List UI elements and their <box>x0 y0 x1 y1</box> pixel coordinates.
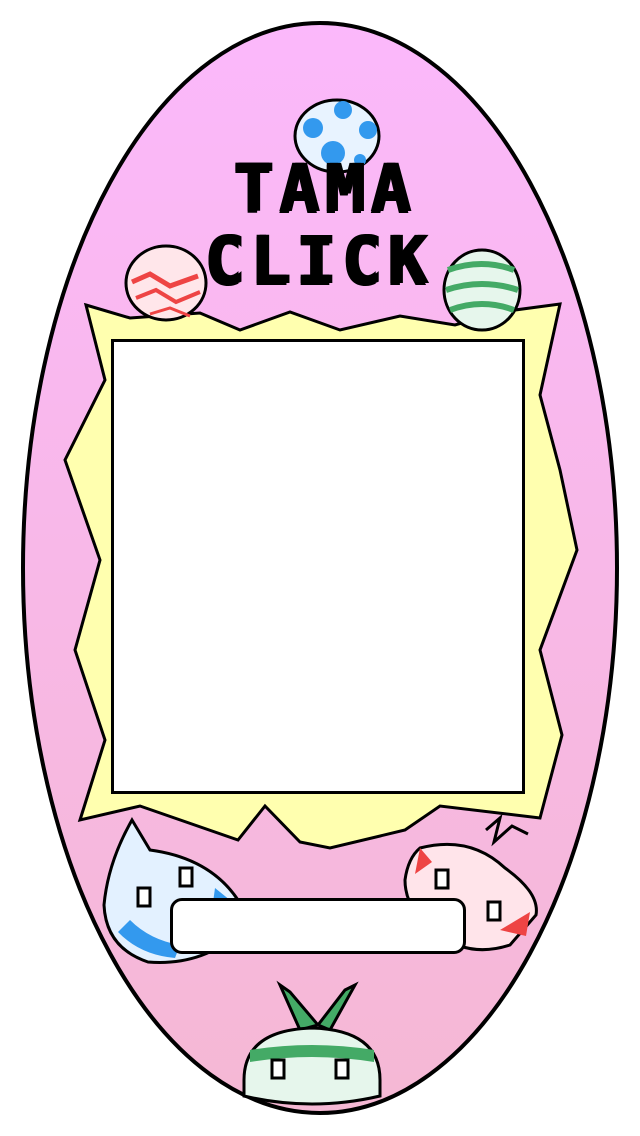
title-line-tama: TAMA <box>232 150 416 227</box>
status-bar[interactable] <box>170 898 466 954</box>
title-line-click: CLICK <box>203 222 433 299</box>
tamagotchi-device: TAMA CLICK <box>0 0 640 1136</box>
play-screen[interactable] <box>111 339 525 794</box>
